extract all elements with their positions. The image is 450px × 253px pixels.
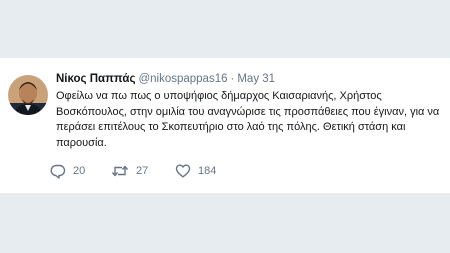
like-button[interactable]: 184: [175, 162, 216, 180]
background-band-bottom: [0, 193, 450, 253]
retweet-icon: [111, 163, 129, 179]
avatar[interactable]: [8, 75, 48, 115]
like-count: 184: [198, 165, 217, 177]
retweet-button[interactable]: 27: [111, 162, 148, 180]
heart-icon: [175, 163, 191, 179]
author-display-name[interactable]: Νίκος Παππάς: [56, 73, 135, 85]
tweet-actions: 20 27 184: [50, 162, 310, 180]
reply-count: 20: [73, 165, 86, 177]
background-band-top: [0, 0, 450, 58]
tweet-card: Νίκος Παππάς @nikospappas16 · May 31 Οφείλω…: [0, 58, 450, 193]
tweet-date[interactable]: May 31: [237, 73, 275, 85]
retweet-count: 27: [136, 165, 149, 177]
reply-icon: [50, 163, 66, 179]
header-separator: ·: [230, 73, 235, 85]
author-handle[interactable]: @nikospappas16: [138, 73, 227, 85]
reply-button[interactable]: 20: [50, 162, 85, 180]
tweet-text: Οφείλω να πω πως ο υποψήφιος δήμαρχος Κα…: [56, 90, 440, 149]
tweet-header: Νίκος Παππάς @nikospappas16 · May 31: [56, 72, 275, 86]
